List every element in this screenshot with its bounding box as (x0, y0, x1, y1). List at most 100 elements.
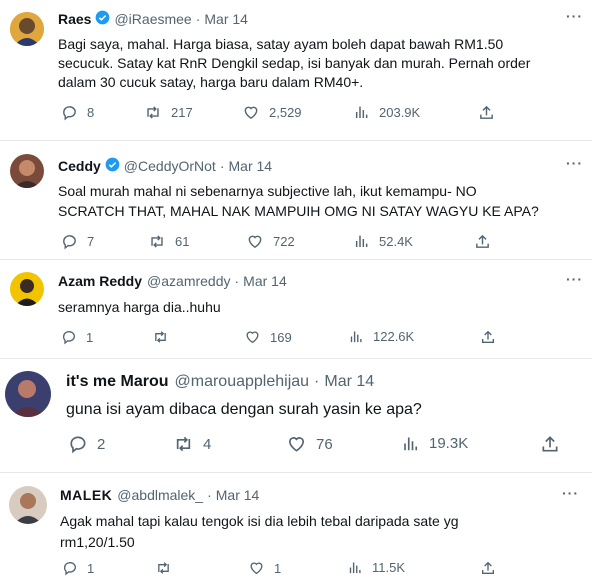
like-button[interactable]: 2,529 (242, 104, 302, 121)
reply-count: 7 (87, 234, 95, 249)
heart-icon (244, 106, 258, 120)
views-count: 122.6K (373, 329, 415, 344)
like-button[interactable]: 1 (248, 560, 281, 576)
author-name[interactable]: Ceddy (58, 158, 101, 174)
author-name[interactable]: Azam Reddy (58, 273, 142, 289)
tweet-actions: 8 217 2,529 203.9K (58, 104, 578, 124)
share-icon (482, 561, 494, 574)
views-count: 19.3K (429, 435, 469, 452)
tweet-actions: 2 4 76 19.3K (66, 434, 566, 458)
retweet-icon (151, 235, 163, 248)
views-button[interactable]: 122.6K (349, 329, 414, 344)
views-count: 203.9K (379, 104, 421, 120)
tweet-2[interactable]: Ceddy @CeddyOrNot · Mar 14 ··· Soal mura… (0, 141, 592, 259)
reply-icon (63, 106, 76, 121)
tweet-header: Azam Reddy @azamreddy · Mar 14 (58, 273, 287, 289)
tweet-header: it's me Marou @marouapplehijau · Mar 14 (66, 373, 374, 391)
reply-icon (62, 331, 75, 345)
more-options-button[interactable]: ··· (566, 155, 583, 171)
share-icon (482, 330, 494, 343)
views-count: 52.4K (379, 233, 413, 249)
reply-icon (63, 235, 76, 250)
tweet-1[interactable]: Raes @iRaesmee · Mar 14 ··· Bagi saya, m… (0, 0, 592, 140)
separator-dot: · (314, 373, 320, 390)
retweet-icon (176, 436, 191, 452)
tweet-date[interactable]: Mar 14 (204, 11, 248, 27)
author-name[interactable]: it's me Marou (66, 373, 169, 391)
avatar[interactable] (5, 371, 51, 417)
tweet-date[interactable]: Mar 14 (229, 158, 273, 174)
avatar[interactable] (10, 154, 44, 188)
more-options-button[interactable]: ··· (562, 485, 579, 501)
verified-badge-icon (95, 10, 110, 28)
reply-button[interactable]: 2 (68, 434, 105, 454)
author-handle[interactable]: @azamreddy (147, 273, 230, 289)
retweet-button[interactable] (152, 329, 178, 345)
tweet-date[interactable]: Mar 14 (216, 487, 260, 503)
reply-count: 1 (86, 329, 94, 345)
tweet-date[interactable]: Mar 14 (243, 273, 287, 289)
like-count: 2,529 (269, 105, 302, 120)
share-button[interactable] (478, 104, 495, 121)
tweet-4[interactable]: it's me Marou @marouapplehijau · Mar 14 … (0, 359, 592, 472)
tweet-actions: 1 1 11.5K (60, 560, 580, 580)
views-button[interactable]: 52.4K (354, 233, 413, 249)
retweet-button[interactable]: 61 (148, 233, 189, 250)
views-icon (404, 437, 418, 451)
reply-button[interactable]: 1 (62, 560, 94, 576)
like-count: 722 (273, 234, 295, 249)
more-options-button[interactable]: ··· (566, 8, 583, 24)
retweet-button[interactable]: 4 (173, 434, 211, 454)
author-handle[interactable]: @iRaesmee (114, 11, 191, 27)
reply-icon (63, 562, 76, 576)
views-button[interactable]: 11.5K (348, 560, 405, 575)
tweet-date[interactable]: Mar 14 (324, 373, 374, 391)
tweet-actions: 7 61 722 52.4K (58, 233, 578, 253)
author-handle[interactable]: @marouapplehijau (175, 373, 310, 391)
views-button[interactable]: 19.3K (402, 434, 468, 453)
share-button[interactable] (540, 434, 560, 454)
tweet-3[interactable]: Azam Reddy @azamreddy · Mar 14 ··· seram… (0, 260, 592, 358)
avatar[interactable] (10, 272, 44, 306)
separator-dot: · (219, 158, 225, 174)
share-icon (476, 234, 489, 248)
views-button[interactable]: 203.9K (354, 104, 420, 120)
verified-badge-icon (105, 157, 120, 175)
retweet-count: 4 (203, 435, 212, 453)
more-options-button[interactable]: ··· (566, 271, 583, 287)
reply-button[interactable]: 1 (61, 329, 93, 345)
like-button[interactable]: 722 (246, 233, 295, 250)
heart-icon (288, 437, 305, 452)
avatar[interactable] (10, 12, 44, 46)
reply-button[interactable]: 7 (61, 233, 94, 250)
reply-button[interactable]: 8 (61, 104, 94, 121)
heart-icon (248, 235, 262, 249)
tweet-text: guna isi ayam dibaca dengan surah yasin … (66, 401, 422, 418)
author-handle[interactable]: @abdlmalek_ (117, 487, 203, 503)
author-handle[interactable]: @CeddyOrNot (124, 158, 216, 174)
like-count: 1 (274, 560, 282, 576)
views-icon (349, 562, 361, 574)
views-icon (355, 235, 368, 247)
like-button[interactable]: 169 (244, 329, 292, 345)
avatar[interactable] (9, 486, 47, 524)
like-count: 169 (270, 329, 292, 345)
reply-icon (70, 436, 86, 454)
retweet-icon (158, 562, 169, 574)
views-icon (355, 106, 368, 118)
share-icon (542, 436, 558, 452)
tweet-text: Agak mahal tapi kalau tengok isi dia leb… (60, 513, 459, 550)
share-button[interactable] (480, 560, 496, 576)
tweet-5[interactable]: MALEK @abdlmalek_ · Mar 14 ··· Agak maha… (0, 473, 592, 583)
share-icon (480, 105, 493, 119)
retweet-button[interactable] (155, 560, 181, 576)
reply-count: 8 (87, 105, 95, 120)
author-name[interactable]: Raes (58, 11, 91, 27)
share-button[interactable] (474, 233, 491, 250)
tweet-text: Bagi saya, mahal. Harga biasa, satay aya… (58, 36, 531, 90)
share-button[interactable] (480, 329, 496, 345)
heart-icon (246, 331, 259, 344)
like-button[interactable]: 76 (286, 434, 333, 454)
retweet-button[interactable]: 217 (144, 104, 193, 121)
author-name[interactable]: MALEK (60, 487, 112, 503)
